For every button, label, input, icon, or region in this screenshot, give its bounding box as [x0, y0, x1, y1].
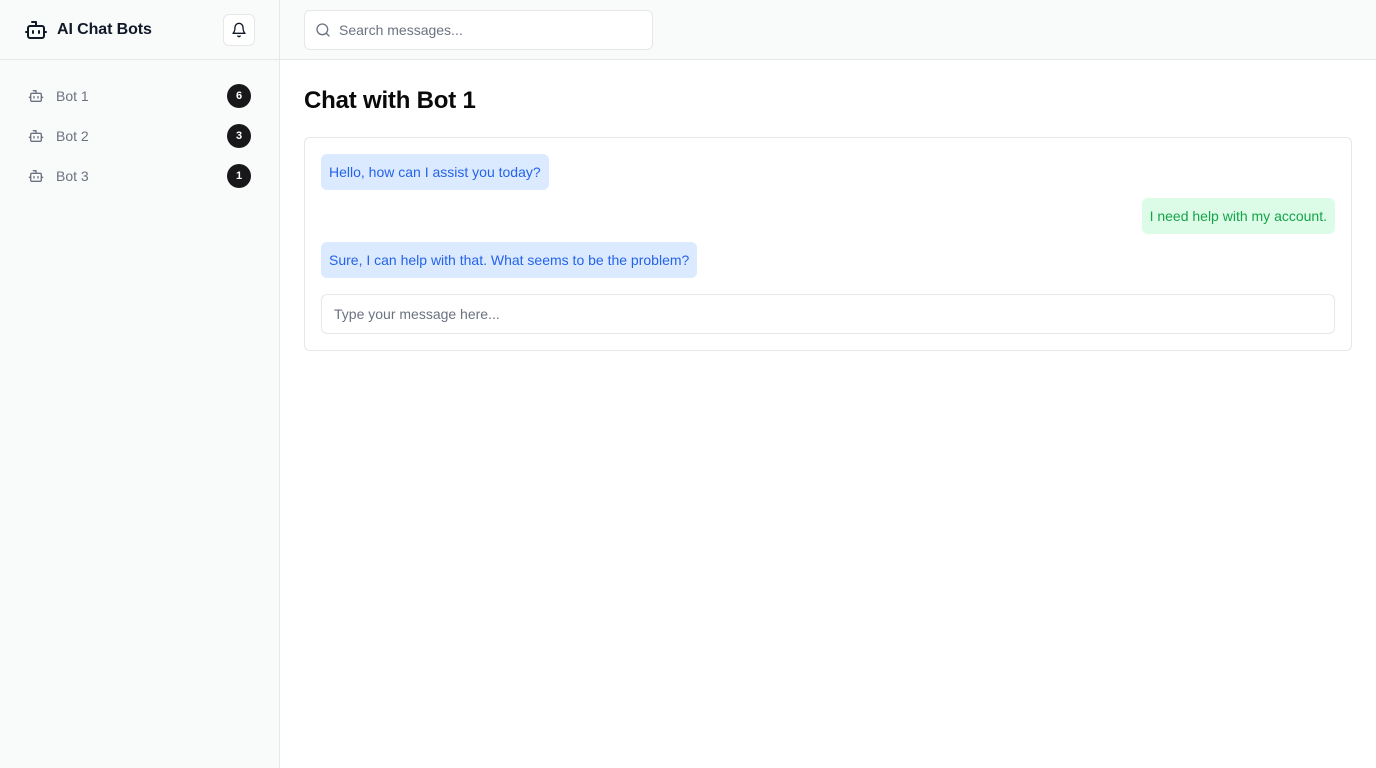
message-row: Sure, I can help with that. What seems t…	[321, 242, 1335, 278]
main-area: Chat with Bot 1 Hello, how can I assist …	[280, 0, 1376, 768]
message-composer	[321, 294, 1335, 334]
sidebar-item-content: Bot 2	[28, 128, 89, 144]
chat-section: Chat with Bot 1 Hello, how can I assist …	[280, 60, 1376, 375]
top-bar	[280, 0, 1376, 60]
message-row: I need help with my account.	[321, 198, 1335, 234]
user-message: I need help with my account.	[1141, 198, 1335, 234]
bot-icon	[28, 128, 44, 144]
brand: AI Chat Bots	[24, 18, 152, 42]
sidebar-item-content: Bot 1	[28, 88, 89, 104]
message-input[interactable]	[334, 306, 1322, 322]
search-input[interactable]	[339, 21, 642, 38]
app-root: AI Chat Bots Bot 1 6 Bot 2 3 Bot 3 1 Sea…	[0, 0, 1376, 768]
chat-card: Hello, how can I assist you today? I nee…	[304, 137, 1352, 351]
notifications-button[interactable]	[223, 13, 255, 46]
bot-icon	[28, 88, 44, 104]
sidebar-item-bot-2[interactable]: Bot 2 3	[16, 116, 263, 156]
sidebar-item-label: Bot 1	[56, 88, 89, 104]
unread-count-badge: 1	[227, 164, 251, 188]
sidebar-item-content: Bot 3	[28, 168, 89, 184]
message-list: Hello, how can I assist you today? I nee…	[321, 154, 1335, 278]
sidebar: AI Chat Bots Bot 1 6 Bot 2 3 Bot 3 1	[0, 0, 280, 768]
sidebar-item-label: Bot 2	[56, 128, 89, 144]
sidebar-item-bot-3[interactable]: Bot 3 1	[16, 156, 263, 196]
bot-message: Hello, how can I assist you today?	[321, 154, 549, 190]
sidebar-item-label: Bot 3	[56, 168, 89, 184]
search-box	[304, 9, 653, 50]
search-icon	[315, 22, 331, 38]
bot-icon	[24, 18, 48, 42]
unread-count-badge: 3	[227, 124, 251, 148]
unread-count-badge: 6	[227, 84, 251, 108]
sidebar-item-bot-1[interactable]: Bot 1 6	[16, 76, 263, 116]
page-title: Chat with Bot 1	[304, 87, 476, 114]
sidebar-header: AI Chat Bots	[0, 0, 279, 60]
bot-list: Bot 1 6 Bot 2 3 Bot 3 1	[0, 60, 279, 212]
bot-icon	[28, 168, 44, 184]
app-title: AI Chat Bots	[57, 20, 152, 38]
bell-icon	[231, 22, 247, 38]
message-row: Hello, how can I assist you today?	[321, 154, 1335, 190]
bot-message: Sure, I can help with that. What seems t…	[321, 242, 698, 278]
